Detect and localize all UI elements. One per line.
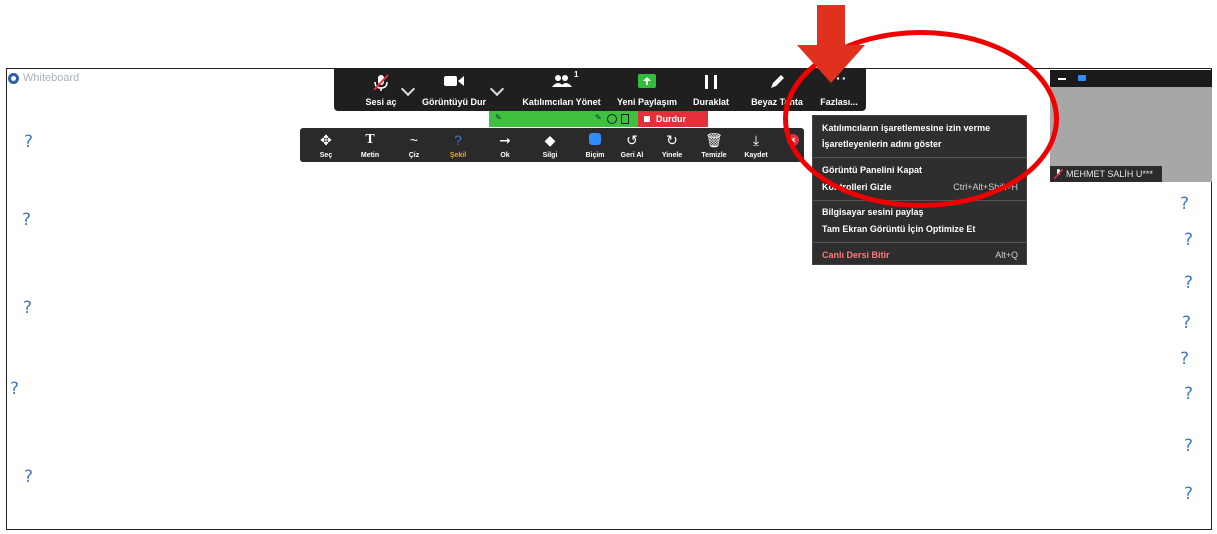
muted-mic-icon xyxy=(1054,168,1063,180)
tool-clear[interactable]: 🗑 Temizle xyxy=(694,128,734,162)
question-mark-shape[interactable]: ? xyxy=(1184,384,1193,404)
menu-item-optimize-fullscreen[interactable]: Tam Ekran Görüntü İçin Optimize Et xyxy=(822,222,1018,236)
menu-divider xyxy=(813,200,1026,201)
question-mark-shape[interactable]: ? xyxy=(24,467,33,487)
pause-icon xyxy=(705,75,717,89)
whiteboard-title-bar: Whiteboard xyxy=(8,72,79,84)
tool-eraser[interactable]: ◆ Silgi xyxy=(530,128,570,162)
menu-item-show-annotator-names[interactable]: İşaretleyenlerin adını göster xyxy=(822,137,1018,151)
question-mark-shape[interactable]: ? xyxy=(1184,230,1193,250)
menu-item-hide-controls[interactable]: Kontrolleri Gizle Ctrl+Alt+Shift+H xyxy=(822,180,1018,194)
question-mark-shape[interactable]: ? xyxy=(1180,194,1189,214)
question-mark-shape[interactable]: ? xyxy=(1184,484,1193,504)
unmute-button[interactable]: Sesi aç xyxy=(356,68,406,111)
question-mark-shape[interactable]: ? xyxy=(1184,273,1193,293)
shape-icon: ? xyxy=(454,132,462,148)
participant-count-badge: 1 xyxy=(574,70,579,79)
move-icon: ✥ xyxy=(320,132,332,148)
more-button[interactable]: ··· Fazlası... xyxy=(814,68,864,111)
tool-undo[interactable]: ↺ Geri Al xyxy=(612,128,652,162)
menu-item-share-computer-sound[interactable]: Bilgisayar sesini paylaş xyxy=(822,205,1018,219)
meeting-controls-bar: Sesi aç Görüntüyü Dur 1 Katılımcıları Yö… xyxy=(334,68,866,111)
menu-item-close-video-panel[interactable]: Görüntü Panelini Kapat xyxy=(822,163,1018,177)
tool-draw[interactable]: ~ Çiz xyxy=(394,128,434,162)
tool-select[interactable]: ✥ Seç xyxy=(306,128,346,162)
tool-redo[interactable]: ↻ Yinele xyxy=(652,128,692,162)
minimize-icon[interactable] xyxy=(1058,78,1066,80)
question-mark-shape[interactable]: ? xyxy=(1184,436,1193,456)
save-icon: ⤓ xyxy=(752,132,760,148)
cloud-icon xyxy=(607,114,617,124)
muted-mic-icon xyxy=(373,74,389,91)
tool-save[interactable]: ⤓ Kaydet xyxy=(736,128,776,162)
stop-recording-button[interactable]: Durdur xyxy=(638,111,708,127)
menu-divider xyxy=(813,242,1026,243)
manage-participants-button[interactable]: 1 Katılımcıları Yönet xyxy=(514,68,609,111)
lock-icon xyxy=(621,114,629,124)
stop-icon xyxy=(644,116,650,122)
question-mark-shape[interactable]: ? xyxy=(1182,313,1191,333)
tool-format[interactable]: Biçim xyxy=(575,128,615,162)
video-panel-header xyxy=(1050,70,1212,87)
menu-item-disable-annotation[interactable]: Katılımcıların işaretlemesine izin verme xyxy=(822,121,1018,135)
undo-icon: ↺ xyxy=(626,132,638,148)
zoom-logo-icon xyxy=(8,72,19,84)
tool-arrow[interactable]: ➞ Ok xyxy=(485,128,525,162)
arrow-icon: ➞ xyxy=(499,132,511,148)
menu-item-end-live-lesson[interactable]: Canlı Dersi Bitir Alt+Q xyxy=(822,248,1018,262)
mic-small-icon: ✎ xyxy=(595,113,602,122)
question-mark-shape[interactable]: ? xyxy=(10,379,19,399)
question-mark-shape[interactable]: ? xyxy=(24,132,33,152)
whiteboard-title: Whiteboard xyxy=(23,72,80,84)
annotation-toolbar: ✥ Seç T Metin ~ Çiz ? Şekil ➞ Ok ◆ Silgi… xyxy=(300,128,804,162)
question-mark-shape[interactable]: ? xyxy=(23,298,32,318)
menu-divider xyxy=(813,157,1026,158)
format-icon xyxy=(589,133,601,145)
participant-name-tag: MEHMET SALİH U*** xyxy=(1050,166,1162,182)
share-screen-icon xyxy=(638,74,656,88)
more-options-menu: Katılımcıların işaretlemesine izin verme… xyxy=(812,115,1027,265)
tool-shape[interactable]: ? Şekil xyxy=(438,128,478,162)
close-toolbar-icon[interactable]: × xyxy=(787,134,799,146)
pause-share-button[interactable]: Duraklat xyxy=(686,68,736,111)
view-switch-icon[interactable] xyxy=(1078,75,1086,81)
pen-icon xyxy=(771,75,784,88)
eraser-icon: ◆ xyxy=(544,132,556,148)
question-mark-shape[interactable]: ? xyxy=(1180,349,1189,369)
tool-text[interactable]: T Metin xyxy=(350,128,390,162)
redo-icon: ↻ xyxy=(666,132,678,148)
new-share-button[interactable]: Yeni Paylaşım xyxy=(612,68,682,111)
video-camera-icon xyxy=(444,76,464,86)
question-mark-shape[interactable]: ? xyxy=(22,210,31,230)
participants-icon xyxy=(551,75,572,87)
whiteboard-button[interactable]: Beyaz Tahta xyxy=(747,68,807,111)
more-icon: ··· xyxy=(830,70,848,86)
pen-small-icon: ✎ xyxy=(495,113,502,122)
draw-icon: ~ xyxy=(409,132,419,148)
stop-video-button[interactable]: Görüntüyü Dur xyxy=(414,68,494,111)
text-icon: T xyxy=(365,132,375,147)
recording-status-strip: ✎ ✎ xyxy=(489,111,638,127)
trash-icon: 🗑 xyxy=(705,132,723,148)
